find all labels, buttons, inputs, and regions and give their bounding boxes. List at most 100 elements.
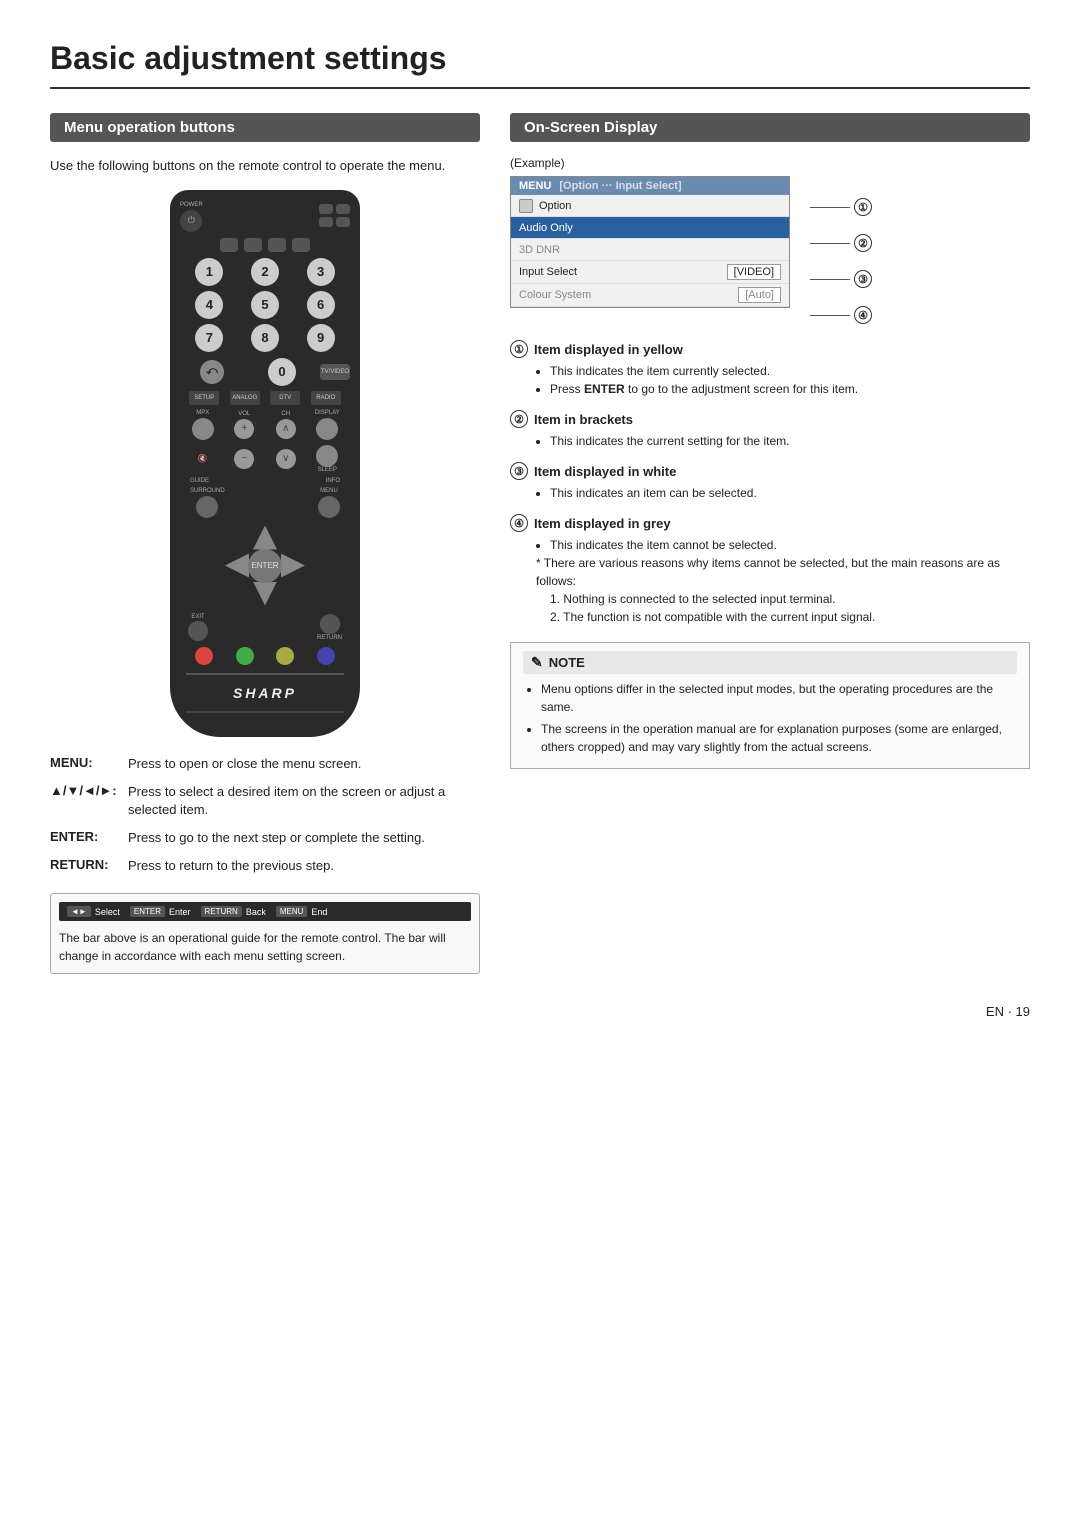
num-btn-1[interactable]: 1 — [195, 258, 223, 286]
op-bar-end: MENU End — [276, 906, 328, 917]
callout-1: ① — [810, 198, 872, 216]
setup-btn[interactable]: SETUP — [189, 391, 219, 405]
left-column: Menu operation buttons Use the following… — [50, 113, 480, 974]
num-btn-2[interactable]: 2 — [251, 258, 279, 286]
op-bar-desc: The bar above is an operational guide fo… — [59, 929, 471, 965]
return-btn[interactable] — [320, 614, 340, 634]
osd-breadcrumb: [Option ··· Input Select] — [559, 180, 681, 192]
osd-annotations: ① Item displayed in yellow This indicate… — [510, 340, 1030, 626]
icon-btn-d[interactable] — [292, 238, 310, 252]
blue-btn[interactable] — [317, 647, 335, 665]
guide-btn-wrapper: GUIDE — [190, 478, 209, 484]
example-label: (Example) — [510, 156, 1030, 170]
green-btn[interactable] — [236, 647, 254, 665]
ann-1-bullet-2: Press ENTER to go to the adjustment scre… — [550, 380, 1030, 398]
guide-info-row: GUIDE INFO — [190, 478, 340, 484]
radio-btn[interactable]: RADIO — [311, 391, 341, 405]
menu-key: MENU: — [50, 755, 120, 773]
ann-2-bullets: This indicates the current setting for t… — [536, 432, 1030, 450]
num-btn-recall[interactable]: ⤺ — [200, 360, 224, 384]
top-icon-btn-2[interactable] — [336, 204, 350, 214]
num-btn-3[interactable]: 3 — [307, 258, 335, 286]
arrow-btn-desc: ▲/▼/◄/►: Press to select a desired item … — [50, 783, 480, 819]
osd-row-option: Option — [511, 195, 789, 217]
ann-4-bullet-2: * There are various reasons why items ca… — [536, 554, 1030, 626]
ch-down-btn[interactable]: ∨ — [276, 449, 296, 469]
osd-option-icon — [519, 199, 533, 213]
note-bullets: Menu options differ in the selected inpu… — [523, 680, 1017, 756]
arrow-key: ▲/▼/◄/►: — [50, 783, 120, 819]
analog-btn[interactable]: ANALOG — [230, 391, 260, 405]
callout-num-2: ② — [854, 234, 872, 252]
dtv-btn[interactable]: DTV — [270, 391, 300, 405]
right-section-header: On-Screen Display — [510, 113, 1030, 142]
nav-up-btn[interactable] — [253, 526, 277, 550]
nav-right-btn[interactable] — [281, 554, 305, 578]
ann-1-text: Item displayed in yellow — [534, 342, 683, 357]
ch-label: CH — [267, 411, 305, 417]
num-btn-5[interactable]: 5 — [251, 291, 279, 319]
ch-up-btn[interactable]: ∧ — [276, 419, 296, 439]
icon-btn-b[interactable] — [244, 238, 262, 252]
num-btn-4[interactable]: 4 — [195, 291, 223, 319]
vol-ch-row: MPX VOL + CH ∧ DISPLAY — [184, 410, 346, 440]
ann-2-num: ② — [510, 410, 528, 428]
display-btn[interactable] — [316, 418, 338, 440]
top-icon-btn-4[interactable] — [336, 217, 350, 227]
op-enter-label: Enter — [169, 907, 191, 917]
nav-down-btn[interactable] — [253, 582, 277, 606]
osd-dnr-label: 3D DNR — [519, 244, 781, 256]
top-icon-btn-3[interactable] — [319, 217, 333, 227]
exit-return-row: EXIT RETURN — [188, 614, 342, 641]
op-bar-select: ◄► Select — [67, 906, 120, 917]
osd-callout-wrapper: MENU [Option ··· Input Select] Option Au… — [510, 176, 1030, 324]
osd-menu-word: MENU — [519, 180, 551, 192]
osd-row-audio-only: Audio Only — [511, 217, 789, 239]
op-back-icon: RETURN — [201, 906, 242, 917]
callout-line-2 — [810, 243, 850, 244]
op-end-icon: MENU — [276, 906, 308, 917]
ann-4-num: ④ — [510, 514, 528, 532]
mpx-btn[interactable] — [192, 418, 214, 440]
ann-3-bullet-1: This indicates an item can be selected. — [550, 484, 1030, 502]
vol-down-btn[interactable]: − — [234, 449, 254, 469]
menu-btn[interactable] — [318, 496, 340, 518]
osd-input-value: [VIDEO] — [727, 264, 781, 280]
ann-4-reason-2: 2. The function is not compatible with t… — [550, 608, 1030, 626]
menu-desc: Press to open or close the menu screen. — [128, 755, 361, 773]
annotation-2-title: ② Item in brackets — [510, 410, 1030, 428]
red-btn[interactable] — [195, 647, 213, 665]
osd-input-label: Input Select — [519, 266, 727, 278]
nav-left-btn[interactable] — [225, 554, 249, 578]
num-btn-8[interactable]: 8 — [251, 324, 279, 352]
callout-4: ④ — [810, 306, 872, 324]
exit-label: EXIT — [191, 614, 204, 620]
tv-video-btn[interactable]: TV/VIDEO — [320, 364, 350, 380]
op-end-label: End — [311, 907, 327, 917]
top-icon-btn-1[interactable] — [319, 204, 333, 214]
power-label: POWER — [180, 202, 203, 208]
surround-btn[interactable] — [196, 496, 218, 518]
callout-line-4 — [810, 315, 850, 316]
page-indicator: EN · 19 — [986, 1004, 1030, 1019]
vol-up-btn[interactable]: + — [234, 419, 254, 439]
op-enter-icon: ENTER — [130, 906, 165, 917]
power-button[interactable]: ⏻ — [180, 210, 202, 232]
op-bar: ◄► Select ENTER Enter RETURN Back MENU E… — [59, 902, 471, 921]
page-title: Basic adjustment settings — [50, 40, 1030, 89]
ann-4-bullets: This indicates the item cannot be select… — [536, 536, 1030, 626]
num-btn-6[interactable]: 6 — [307, 291, 335, 319]
enter-btn[interactable]: ENTER — [248, 549, 282, 583]
sleep-btn[interactable] — [316, 445, 338, 467]
footer: EN · 19 — [50, 1004, 1030, 1019]
num-btn-9[interactable]: 9 — [307, 324, 335, 352]
yellow-btn[interactable] — [276, 647, 294, 665]
exit-btn[interactable] — [188, 621, 208, 641]
ann-1-bullet-1: This indicates the item currently select… — [550, 362, 1030, 380]
annotation-3-title: ③ Item displayed in white — [510, 462, 1030, 480]
osd-audio-label: Audio Only — [519, 222, 781, 234]
icon-btn-a[interactable] — [220, 238, 238, 252]
num-btn-0[interactable]: 0 — [268, 358, 296, 386]
icon-btn-c[interactable] — [268, 238, 286, 252]
num-btn-7[interactable]: 7 — [195, 324, 223, 352]
